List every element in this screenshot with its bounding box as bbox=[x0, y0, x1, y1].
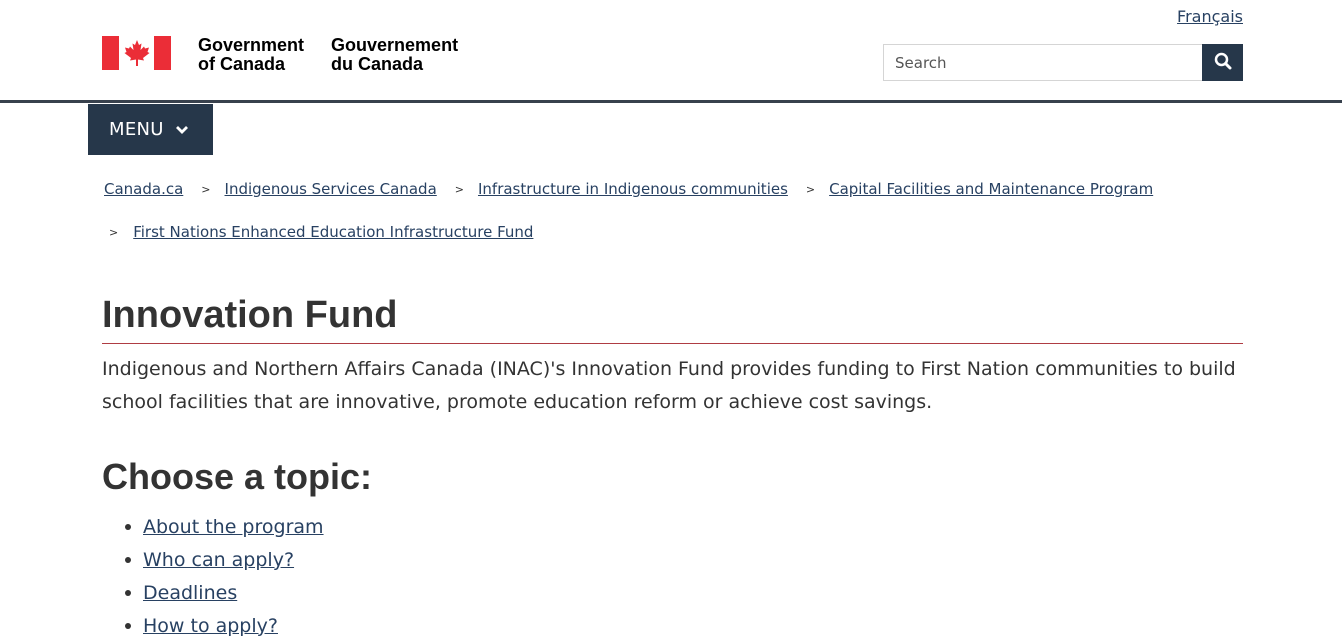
breadcrumb-link-infrastructure[interactable]: Infrastructure in Indigenous communities bbox=[478, 180, 788, 198]
search-form bbox=[883, 44, 1243, 81]
language-toggle-link[interactable]: Français bbox=[1177, 7, 1243, 26]
breadcrumb-link-capital-facilities[interactable]: Capital Facilities and Maintenance Progr… bbox=[829, 180, 1153, 198]
breadcrumb: Canada.ca > Indigenous Services Canada >… bbox=[104, 178, 1244, 241]
breadcrumb-separator: > bbox=[109, 225, 119, 239]
breadcrumb-separator: > bbox=[454, 182, 464, 196]
list-item: Who can apply? bbox=[125, 543, 324, 576]
breadcrumb-separator: > bbox=[805, 182, 816, 196]
chevron-down-icon bbox=[175, 125, 189, 135]
topic-link-who-can-apply[interactable]: Who can apply? bbox=[143, 549, 294, 571]
menu-button[interactable]: MENU bbox=[88, 104, 213, 155]
breadcrumb-separator: > bbox=[201, 182, 211, 196]
wordmark-french: Gouvernement du Canada bbox=[331, 35, 459, 74]
topic-link-about[interactable]: About the program bbox=[143, 516, 324, 538]
menu-label: MENU bbox=[109, 119, 164, 140]
search-input[interactable] bbox=[883, 44, 1202, 81]
page-title: Innovation Fund bbox=[102, 294, 1243, 344]
bullet-icon bbox=[125, 556, 131, 563]
breadcrumb-link-canada[interactable]: Canada.ca bbox=[104, 180, 183, 198]
list-item: About the program bbox=[125, 510, 324, 543]
topics-heading: Choose a topic: bbox=[102, 456, 373, 497]
breadcrumb-link-isc[interactable]: Indigenous Services Canada bbox=[225, 180, 437, 198]
canada-flag-icon bbox=[102, 36, 171, 70]
search-icon bbox=[1214, 52, 1232, 73]
list-item: How to apply? bbox=[125, 609, 324, 636]
topic-link-deadlines[interactable]: Deadlines bbox=[143, 582, 237, 604]
bullet-icon bbox=[125, 622, 131, 629]
list-item: Deadlines bbox=[125, 576, 324, 609]
site-header: Français Government of Canada Gouverneme… bbox=[0, 0, 1342, 103]
intro-paragraph: Indigenous and Northern Affairs Canada (… bbox=[102, 358, 1236, 413]
government-signature[interactable]: Government of Canada Gouvernement du Can… bbox=[102, 35, 459, 74]
topics-list: About the program Who can apply? Deadlin… bbox=[125, 510, 324, 636]
bullet-icon bbox=[125, 523, 131, 530]
breadcrumb-link-education-fund[interactable]: First Nations Enhanced Education Infrast… bbox=[133, 223, 533, 241]
topic-link-how-to-apply[interactable]: How to apply? bbox=[143, 615, 278, 636]
bullet-icon bbox=[125, 589, 131, 596]
wordmark-english: Government of Canada bbox=[198, 35, 305, 74]
search-button[interactable] bbox=[1202, 44, 1243, 81]
